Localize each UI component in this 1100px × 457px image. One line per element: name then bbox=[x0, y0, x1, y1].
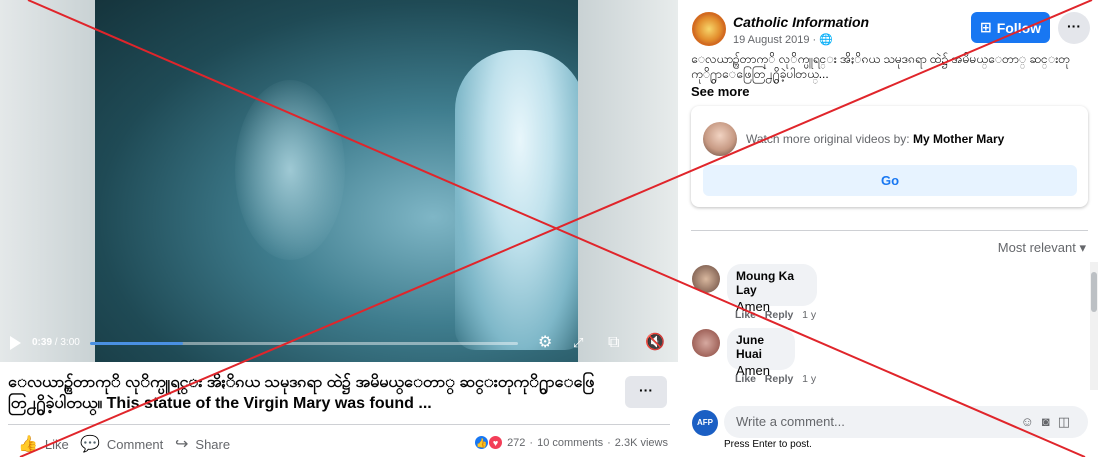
comment-bubble: June Huai Amen bbox=[727, 328, 795, 378]
post-stats: 👍 ♥ 272 · 10 comments · 2.3K views bbox=[474, 435, 668, 450]
watch-more-card: Watch more original videos by: My Mother… bbox=[691, 106, 1088, 207]
emoji-icon[interactable]: ☺ bbox=[1021, 414, 1042, 429]
virgin-mary-statue bbox=[455, 50, 585, 350]
reaction-count[interactable]: 272 bbox=[507, 437, 525, 449]
comment-button[interactable]: 💬 Comment bbox=[80, 434, 163, 454]
follow-button[interactable]: ⊞ Follow bbox=[971, 12, 1050, 43]
page-avatar[interactable] bbox=[692, 12, 726, 46]
go-button[interactable]: Go bbox=[703, 165, 1077, 196]
comment-bubble: Moung Ka Lay Amen bbox=[727, 264, 817, 314]
share-icon: ↪ bbox=[175, 436, 189, 453]
watch-more-text: Watch more original videos by: My Mother… bbox=[746, 132, 1005, 146]
thumbs-up-icon: 👍 bbox=[18, 436, 38, 453]
post-text: ေလယာဥ္က်တာကုိ လုိက္ပူရင္း အိႏိၵယ သမုဒၵရာ… bbox=[691, 52, 1071, 81]
love-reaction-icon: ♥ bbox=[488, 435, 504, 450]
comment-input-icons: ☺◙◫ bbox=[1021, 406, 1078, 438]
commenter-avatar[interactable]: AFP bbox=[692, 410, 718, 436]
gif-icon[interactable]: ◙ bbox=[1042, 414, 1058, 429]
comment-time[interactable]: 1 y bbox=[802, 373, 816, 385]
like-reaction-icon: 👍 bbox=[474, 435, 490, 450]
post-sidebar: Catholic Information 19 August 2019 · 🌐 … bbox=[678, 0, 1100, 457]
comment-icon: 💬 bbox=[80, 436, 100, 453]
comment-sort-dropdown[interactable]: Most relevant ▾ bbox=[998, 240, 1086, 256]
video-frame bbox=[95, 0, 585, 362]
video-progress-fill bbox=[90, 342, 183, 345]
comments-scrollbar[interactable] bbox=[1090, 262, 1098, 390]
facebook-video-post: 0:39 / 3:00 ⚙ ⤢ ⧉ 🔇 ေလယာဥ္က်တာကုိ လုိက္ပ… bbox=[0, 0, 1100, 457]
enter-hint: Press Enter to post. bbox=[724, 439, 812, 450]
comment-like-button[interactable]: Like bbox=[735, 373, 756, 385]
play-icon[interactable] bbox=[10, 336, 21, 350]
comment-actions: Like Reply 1 y bbox=[735, 373, 816, 385]
share-button[interactable]: ↪ Share bbox=[175, 434, 230, 454]
comment-input[interactable]: Write a comment... ☺◙◫ bbox=[724, 406, 1088, 438]
video-progress-bar[interactable] bbox=[90, 342, 518, 345]
see-more-link[interactable]: See more bbox=[691, 84, 750, 99]
post-actions-bar: 👍 Like 💬 Comment ↪ Share 👍 ♥ 272 · 10 co… bbox=[0, 432, 678, 454]
comment-time[interactable]: 1 y bbox=[802, 309, 816, 321]
comment-like-button[interactable]: Like bbox=[735, 309, 756, 321]
settings-icon[interactable]: ⚙ bbox=[538, 334, 552, 352]
page-name[interactable]: Catholic Information bbox=[733, 14, 869, 30]
comment-count[interactable]: 10 comments bbox=[537, 437, 603, 449]
comment-reply-button[interactable]: Reply bbox=[765, 373, 794, 385]
follow-icon: ⊞ bbox=[979, 19, 992, 35]
comment-reply-button[interactable]: Reply bbox=[765, 309, 794, 321]
sticker-icon[interactable]: ◫ bbox=[1058, 414, 1078, 429]
globe-icon: 🌐 bbox=[819, 34, 833, 46]
channel-name[interactable]: My Mother Mary bbox=[913, 132, 1004, 146]
fullscreen-icon[interactable]: ⤢ bbox=[573, 334, 583, 352]
channel-avatar[interactable] bbox=[703, 122, 737, 156]
comment-author[interactable]: Moung Ka Lay bbox=[736, 269, 808, 297]
video-controls: 0:39 / 3:00 ⚙ ⤢ ⧉ 🔇 bbox=[0, 328, 678, 358]
volume-mute-icon[interactable]: 🔇 bbox=[645, 334, 665, 352]
video-time: 0:39 / 3:00 bbox=[32, 337, 80, 348]
post-date[interactable]: 19 August 2019 · 🌐 bbox=[733, 33, 833, 46]
video-player[interactable]: 0:39 / 3:00 ⚙ ⤢ ⧉ 🔇 bbox=[0, 0, 678, 362]
avatar[interactable] bbox=[692, 265, 720, 293]
view-count: 2.3K views bbox=[614, 436, 668, 449]
divider bbox=[8, 424, 670, 425]
comment-actions: Like Reply 1 y bbox=[735, 309, 816, 321]
comment-author[interactable]: June Huai bbox=[736, 333, 786, 361]
video-caption: ေလယာဥ္က်တာကုိ လုိက္ပူရင္း အိႏိၵယ သမုဒၵရာ… bbox=[8, 374, 595, 412]
post-options-button[interactable]: ··· bbox=[1058, 12, 1090, 44]
like-button[interactable]: 👍 Like bbox=[18, 434, 69, 454]
caret-down-icon: ▾ bbox=[1079, 240, 1086, 255]
avatar[interactable] bbox=[692, 329, 720, 357]
pip-icon[interactable]: ⧉ bbox=[608, 334, 619, 352]
caption-more-button[interactable]: ··· bbox=[625, 376, 667, 408]
divider bbox=[691, 230, 1088, 231]
